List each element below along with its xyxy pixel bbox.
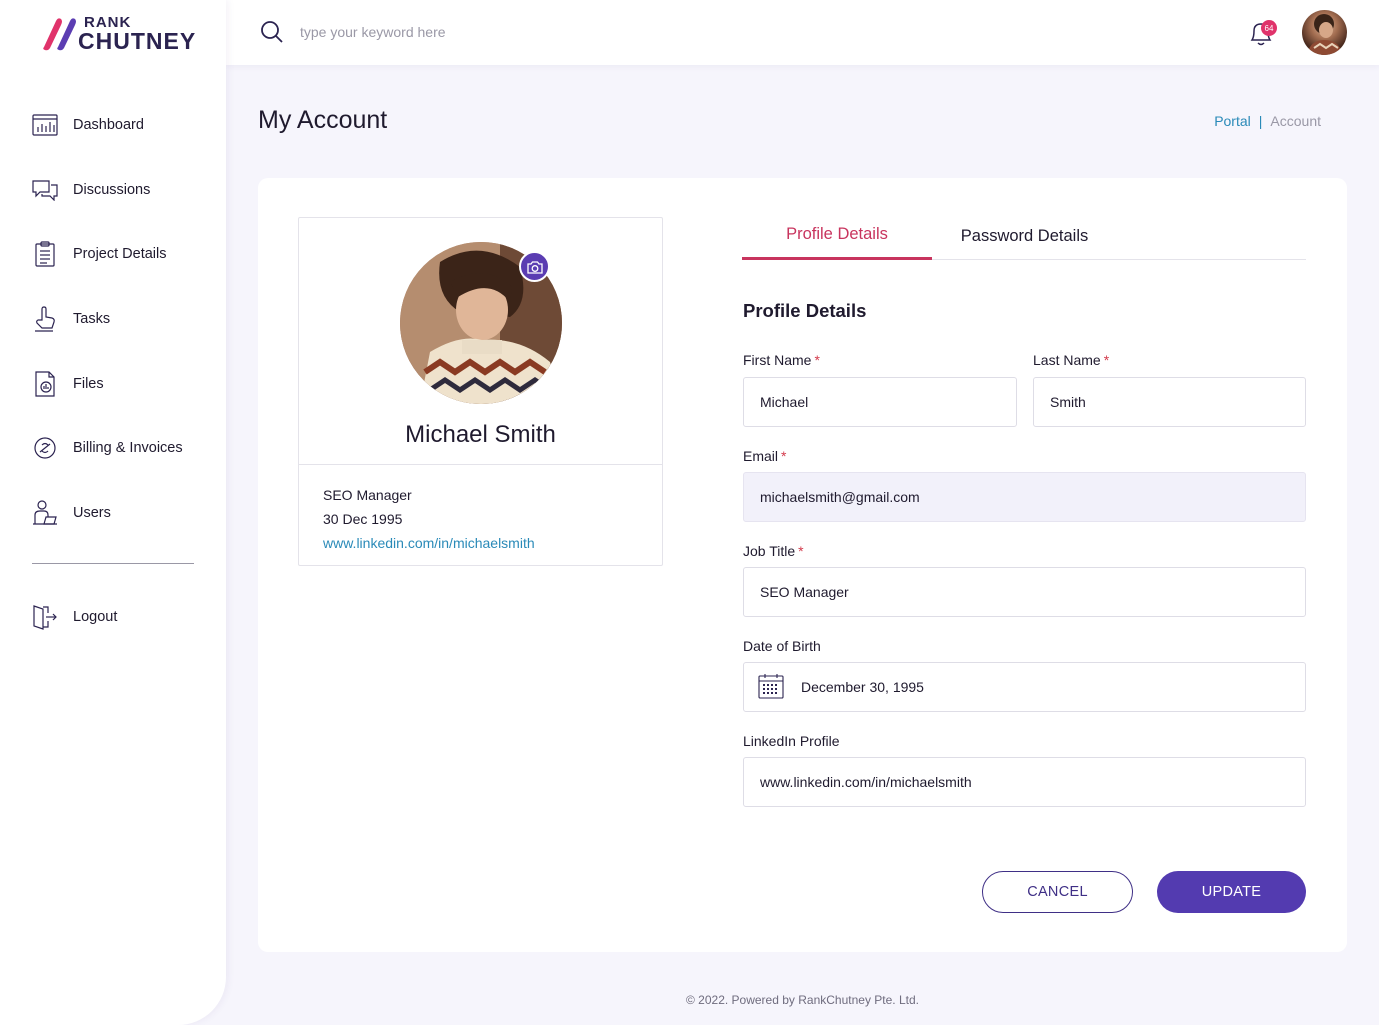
last-name-label-text: Last Name xyxy=(1033,352,1101,368)
sidebar-item-discussions[interactable]: Discussions xyxy=(0,158,226,223)
job-title-field[interactable]: SEO Manager xyxy=(743,567,1306,617)
profile-name: Michael Smith xyxy=(405,421,556,448)
profile-job-title: SEO Manager xyxy=(323,487,412,503)
sidebar-item-label: Tasks xyxy=(73,311,111,328)
sidebar-item-logout[interactable]: Logout xyxy=(0,585,226,650)
tab-profile-details[interactable]: Profile Details xyxy=(742,212,932,260)
sidebar-item-files[interactable]: Files xyxy=(0,351,226,416)
sidebar-item-billing[interactable]: Billing & Invoices xyxy=(0,416,226,481)
file-chart-icon xyxy=(32,371,58,397)
dob-label: Date of Birth xyxy=(743,638,821,654)
dob-field[interactable]: December 30, 1995 xyxy=(743,662,1306,712)
sidebar-nav: Dashboard Discussions Project Details Ta… xyxy=(0,93,226,545)
top-bar: 64 xyxy=(226,0,1379,65)
email-label-text: Email xyxy=(743,448,779,464)
search-input[interactable] xyxy=(300,20,900,44)
email-label: Email * xyxy=(743,448,786,464)
brand-name-bottom: CHUTNEY xyxy=(78,28,197,54)
profile-dob: 30 Dec 1995 xyxy=(323,511,403,527)
required-marker: * xyxy=(798,543,804,559)
search-icon[interactable] xyxy=(260,20,284,49)
chat-bubbles-icon xyxy=(32,177,58,203)
sidebar-item-project-details[interactable]: Project Details xyxy=(0,222,226,287)
hand-pointer-icon xyxy=(32,306,58,332)
change-photo-button[interactable] xyxy=(519,251,550,282)
sidebar-item-label: Files xyxy=(73,375,104,392)
sidebar-item-tasks[interactable]: Tasks xyxy=(0,287,226,352)
calendar-icon[interactable] xyxy=(758,673,784,704)
update-button[interactable]: UPDATE xyxy=(1157,871,1306,913)
sidebar-item-label: Discussions xyxy=(73,181,151,198)
first-name-field[interactable]: Michael xyxy=(743,377,1017,427)
brand-logo[interactable]: RANK CHUTNEY xyxy=(40,15,195,53)
sidebar-item-label: Billing & Invoices xyxy=(73,440,183,457)
required-marker: * xyxy=(1103,352,1110,368)
camera-icon xyxy=(526,260,543,274)
job-title-label-text: Job Title xyxy=(743,543,796,559)
breadcrumb-current: Account xyxy=(1270,113,1321,129)
cancel-button[interactable]: CANCEL xyxy=(982,871,1133,913)
sidebar-item-label: Project Details xyxy=(73,246,167,263)
last-name-label: Last Name * xyxy=(1033,352,1109,368)
notification-badge: 64 xyxy=(1261,20,1277,36)
profile-linkedin-link[interactable]: www.linkedin.com/in/michaelsmith xyxy=(323,531,535,555)
account-card: Michael Smith SEO Manager 30 Dec 1995 ww… xyxy=(258,178,1347,952)
last-name-field[interactable]: Smith xyxy=(1033,377,1306,427)
job-title-label: Job Title * xyxy=(743,543,804,559)
clipboard-icon xyxy=(32,241,58,268)
email-field[interactable]: michaelsmith@gmail.com xyxy=(743,472,1306,522)
linkedin-field[interactable]: www.linkedin.com/in/michaelsmith xyxy=(743,757,1306,807)
dashboard-chart-icon xyxy=(32,112,58,138)
sidebar-item-label: Users xyxy=(73,504,111,521)
breadcrumb-portal-link[interactable]: Portal xyxy=(1214,113,1251,129)
sidebar: RANK CHUTNEY Dashboard Discussions Proje… xyxy=(0,0,226,1025)
logout-icon xyxy=(32,604,58,631)
user-desk-icon xyxy=(32,500,58,526)
profile-divider xyxy=(299,464,662,465)
user-avatar[interactable] xyxy=(1302,10,1347,55)
logout-section: Logout xyxy=(0,585,226,650)
required-marker: * xyxy=(781,448,787,464)
sidebar-item-users[interactable]: Users xyxy=(0,481,226,546)
breadcrumb: Portal | Account xyxy=(1214,113,1321,129)
billing-icon xyxy=(32,435,58,461)
account-tabs: Profile Details Password Details xyxy=(742,212,1306,260)
required-marker: * xyxy=(814,352,820,368)
tab-password-details[interactable]: Password Details xyxy=(932,212,1117,260)
sidebar-divider xyxy=(32,563,194,564)
linkedin-label: LinkedIn Profile xyxy=(743,733,840,749)
first-name-label: First Name * xyxy=(743,352,820,368)
profile-info: SEO Manager 30 Dec 1995 www.linkedin.com… xyxy=(323,483,535,555)
form-section-title: Profile Details xyxy=(743,300,867,321)
sidebar-item-label: Logout xyxy=(73,609,118,626)
first-name-label-text: First Name xyxy=(743,352,812,368)
sidebar-item-label: Dashboard xyxy=(73,117,144,134)
page-title: My Account xyxy=(258,106,388,134)
sidebar-item-dashboard[interactable]: Dashboard xyxy=(0,93,226,158)
footer: © 2022. Powered by RankChutney Pte. Ltd. xyxy=(686,993,919,1007)
profile-summary-card: Michael Smith SEO Manager 30 Dec 1995 ww… xyxy=(298,217,663,566)
breadcrumb-separator: | xyxy=(1258,113,1263,129)
